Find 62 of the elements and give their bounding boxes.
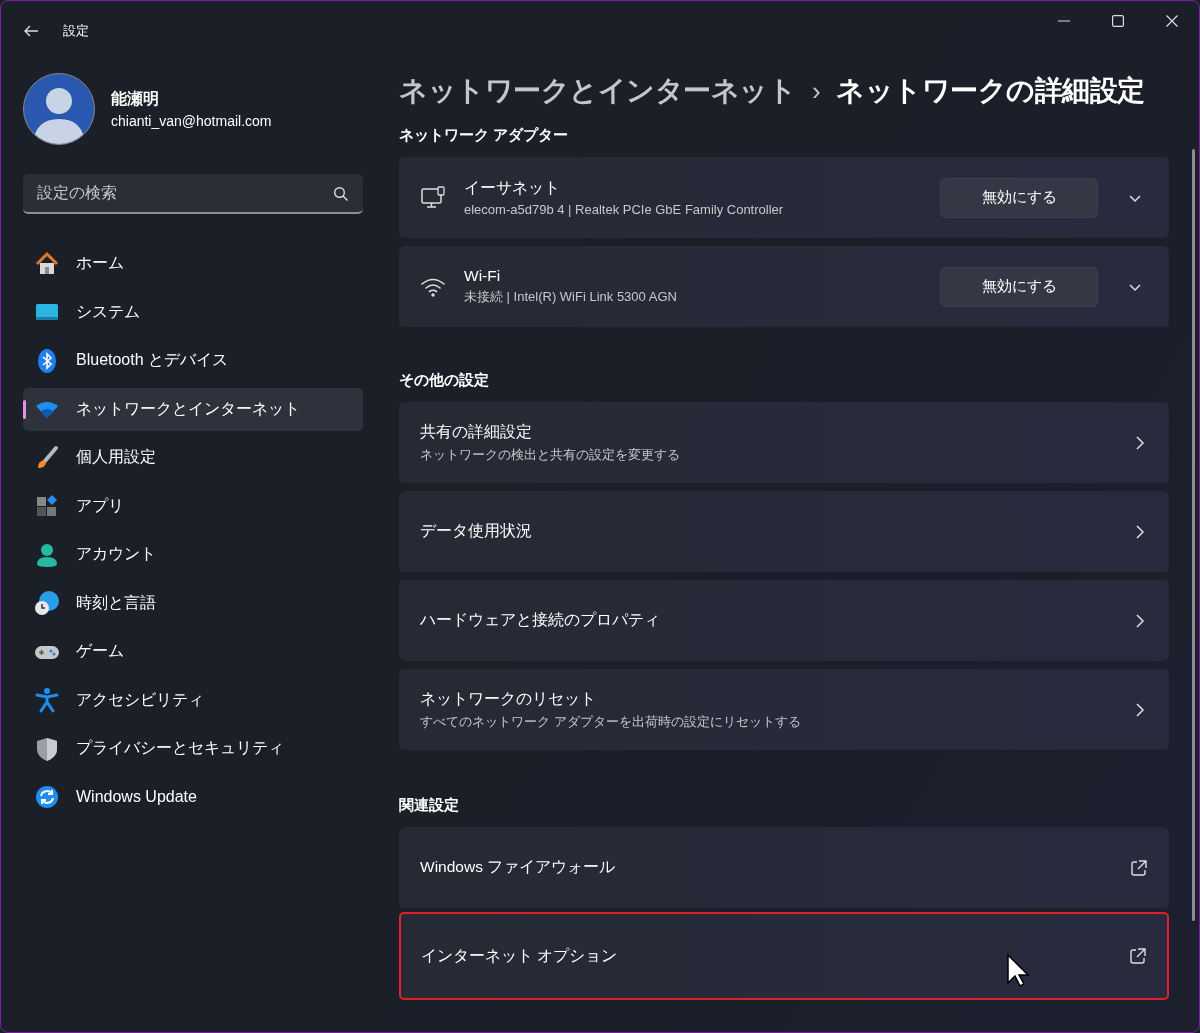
- setting-card[interactable]: インターネット オプション: [399, 912, 1169, 1000]
- maximize-icon: [1112, 15, 1124, 27]
- minimize-icon: [1058, 20, 1070, 22]
- close-icon: [1166, 15, 1178, 27]
- sidebar-item[interactable]: Bluetooth とデバイス: [23, 339, 363, 382]
- card-title: ネットワークのリセット: [420, 688, 597, 709]
- window-title: 設定: [63, 22, 89, 40]
- card-title: ハードウェアと接続のプロパティ: [420, 610, 661, 630]
- card-title: Windows ファイアウォール: [420, 857, 617, 877]
- card-title: インターネット オプション: [421, 945, 619, 966]
- person-icon: [34, 541, 60, 568]
- user-email: chianti_van@hotmail.com: [111, 113, 272, 129]
- shield-icon: [34, 735, 60, 762]
- disable-button[interactable]: 無効にする: [940, 266, 1098, 307]
- page-title: ネットワークの詳細設定: [836, 74, 1145, 108]
- section-heading: その他の設定: [399, 369, 490, 390]
- sidebar-item[interactable]: ゲーム: [23, 630, 363, 673]
- sync-icon: [34, 784, 60, 810]
- setting-card[interactable]: Windows ファイアウォール: [399, 827, 1169, 908]
- sidebar-item[interactable]: ネットワークとインターネット: [23, 387, 363, 431]
- breadcrumb-link[interactable]: ネットワークとインターネット: [399, 72, 796, 110]
- scrollbar[interactable]: [1192, 149, 1195, 921]
- card-title: 共有の詳細設定: [420, 421, 533, 442]
- card-title: イーサネット: [464, 178, 561, 198]
- setting-card[interactable]: データ使用状況: [399, 491, 1169, 572]
- card-title: データ使用状況: [420, 521, 533, 541]
- setting-card[interactable]: ネットワークのリセット すべてのネットワーク アダプターを出荷時の設定にリセットする: [399, 669, 1169, 750]
- user-name: 能瀬明: [111, 89, 160, 109]
- selection-indicator: [23, 399, 26, 419]
- card-subtitle: elecom-a5d79b 4 | Realtek PCIe GbE Family Controller: [464, 202, 785, 217]
- setting-card[interactable]: Wi-Fi 未接続 | Intel(R) WiFi Link 5300 AGN 無効にする: [399, 246, 1169, 327]
- disable-button[interactable]: 無効にする: [940, 177, 1098, 218]
- card-subtitle: すべてのネットワーク アダプターを出荷時の設定にリセットする: [420, 712, 802, 731]
- search-field[interactable]: 設定の検索: [23, 174, 363, 214]
- external-link-icon: [1130, 858, 1148, 877]
- house-icon: [34, 250, 60, 277]
- section-heading: 関連設定: [399, 794, 460, 815]
- sidebar-item[interactable]: Windows Update: [23, 775, 363, 819]
- external-link-icon: [1129, 947, 1147, 965]
- section-heading: ネットワーク アダプター: [399, 124, 570, 145]
- mouse-cursor-icon: [1006, 953, 1030, 989]
- sidebar-item[interactable]: アクセシビリティ: [23, 678, 363, 722]
- desktop-icon: [420, 184, 446, 211]
- sidebar-item[interactable]: ホーム: [23, 242, 363, 285]
- sidebar-item[interactable]: プライバシーとセキュリティ: [23, 727, 363, 770]
- sidebar-item[interactable]: システム: [23, 290, 363, 334]
- sidebar-item[interactable]: アカウント: [23, 533, 363, 576]
- sidebar-item[interactable]: 時刻と言語: [23, 581, 363, 625]
- breadcrumb-separator: ›: [812, 75, 821, 107]
- apps-icon: [34, 493, 60, 519]
- sidebar-item[interactable]: アプリ: [23, 484, 363, 528]
- setting-card[interactable]: ハードウェアと接続のプロパティ: [399, 580, 1169, 661]
- sidebar-item[interactable]: 個人用設定: [23, 436, 363, 479]
- card-subtitle: 未接続 | Intel(R) WiFi Link 5300 AGN: [464, 288, 678, 306]
- globe-clock-icon: [34, 590, 60, 616]
- card-subtitle: ネットワークの検出と共有の設定を変更する: [420, 445, 681, 464]
- search-icon: [333, 186, 349, 202]
- card-title: Wi-Fi: [464, 267, 502, 285]
- setting-card[interactable]: イーサネット elecom-a5d79b 4 | Realtek PCIe GbE Family Controller 無効にする: [399, 157, 1169, 238]
- setting-card[interactable]: 共有の詳細設定 ネットワークの検出と共有の設定を変更する: [399, 402, 1169, 483]
- accessibility-icon: [34, 687, 60, 713]
- back-arrow-icon: [23, 23, 39, 39]
